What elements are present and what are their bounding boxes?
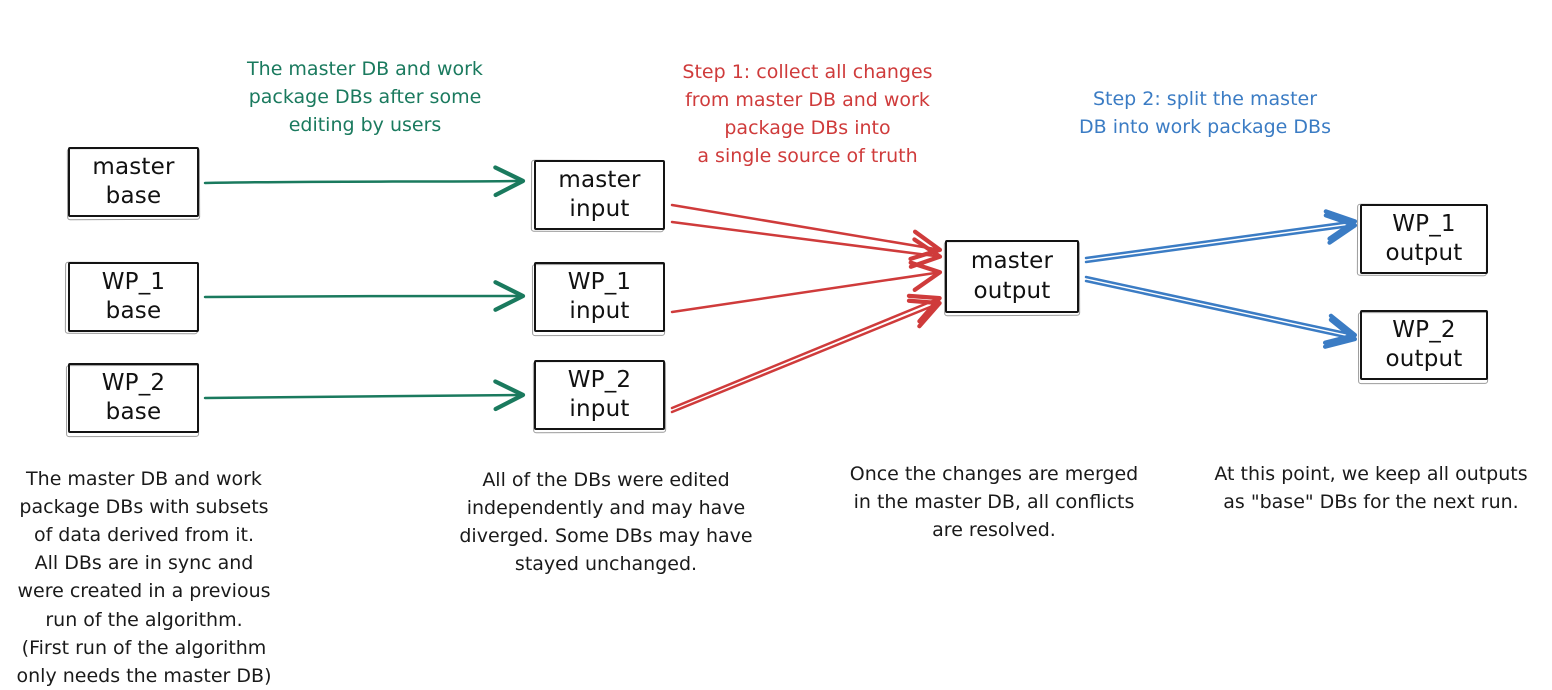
- arrows-base-to-input: [203, 165, 526, 412]
- node-master-input[interactable]: master input: [534, 160, 665, 230]
- node-label-line1: WP_1: [567, 268, 632, 295]
- node-label-line2: base: [105, 183, 162, 209]
- node-label-line1: master: [92, 153, 175, 180]
- node-wp2-output[interactable]: WP_2 output: [1360, 310, 1488, 380]
- node-label-line2: input: [569, 196, 630, 222]
- node-label-line2: input: [569, 298, 630, 324]
- node-wp2-base[interactable]: WP_2 base: [68, 363, 199, 433]
- arrows-input-to-master-output: [670, 203, 943, 414]
- caption-base-column: The master DB and work package DBs with …: [16, 468, 272, 687]
- caption-input-column: All of the DBs were edited independently…: [459, 469, 753, 576]
- node-label-line1: WP_1: [1392, 210, 1456, 237]
- node-wp1-base[interactable]: WP_1 base: [68, 262, 199, 332]
- caption-merged-column: Once the changes are merged in the maste…: [849, 463, 1139, 542]
- arrows-master-output-to-wp-outputs: [1084, 209, 1358, 349]
- node-wp1-input[interactable]: WP_1 input: [534, 262, 665, 332]
- node-master-output[interactable]: master output: [945, 240, 1079, 313]
- node-label-line1: master: [970, 248, 1054, 275]
- node-master-base[interactable]: master base: [68, 147, 199, 217]
- annotation-step-1: Step 1: collect all changes from master …: [682, 61, 933, 168]
- node-label-line2: output: [973, 277, 1051, 304]
- node-label-line1: WP_2: [567, 366, 632, 393]
- node-label-line2: output: [1385, 346, 1463, 372]
- caption-output-column: At this point, we keep all outputs as "b…: [1214, 463, 1528, 514]
- diagram-canvas: master base WP_1 base WP_2 base master i…: [0, 0, 1552, 689]
- node-label-line2: base: [105, 399, 162, 425]
- node-label-line1: WP_2: [1392, 316, 1456, 343]
- node-label-line2: output: [1385, 240, 1463, 266]
- node-wp2-input[interactable]: WP_2 input: [534, 360, 665, 430]
- node-wp1-output[interactable]: WP_1 output: [1360, 204, 1488, 274]
- node-label-line2: base: [105, 298, 162, 324]
- node-label-line1: WP_2: [101, 369, 166, 396]
- annotation-step-2: Step 2: split the master DB into work pa…: [1079, 88, 1331, 139]
- node-label-line1: master: [558, 166, 641, 193]
- node-label-line1: WP_1: [101, 268, 166, 295]
- node-label-line2: input: [569, 396, 630, 422]
- annotation-step-editing: The master DB and work package DBs after…: [247, 58, 483, 137]
